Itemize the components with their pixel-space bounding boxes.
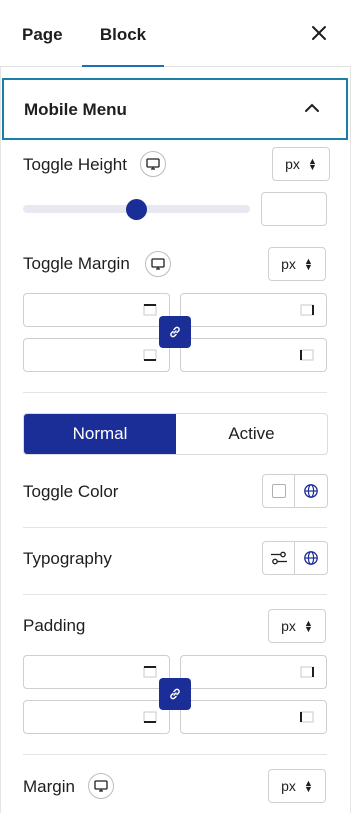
padding-label: Padding xyxy=(23,616,86,635)
color-swatch xyxy=(271,484,286,498)
sort-arrows-icon: ▲ ▼ xyxy=(307,156,317,172)
padding-unit-select[interactable]: px ▲ ▼ xyxy=(268,609,326,643)
global-typography-button[interactable] xyxy=(295,542,327,574)
padding-right-input[interactable] xyxy=(180,655,327,689)
inspector-tabs: Page Block xyxy=(0,0,351,67)
chevron-up-icon xyxy=(305,103,319,112)
link-sides-button[interactable] xyxy=(159,678,191,710)
toggle-margin-bottom-input[interactable] xyxy=(23,338,170,372)
typography-settings-button[interactable] xyxy=(263,542,296,574)
desktop-device-icon[interactable] xyxy=(88,773,114,799)
left-side-icon xyxy=(300,711,314,723)
unit-value: px xyxy=(281,618,296,634)
state-active-button[interactable]: Active xyxy=(176,414,327,454)
color-swatch-button[interactable] xyxy=(263,475,296,507)
toggle-height-slider-thumb[interactable] xyxy=(126,199,147,220)
margin-label: Margin xyxy=(23,777,75,796)
mobile-menu-section-header[interactable]: Mobile Menu xyxy=(2,78,348,140)
right-side-icon xyxy=(300,304,314,316)
padding-top-input[interactable] xyxy=(23,655,170,689)
sort-arrows-icon: ▲ ▼ xyxy=(303,778,313,794)
toggle-margin-left-input[interactable] xyxy=(180,338,327,372)
globe-icon xyxy=(304,551,318,565)
divider xyxy=(23,527,327,528)
globe-icon xyxy=(304,484,318,498)
close-icon[interactable] xyxy=(309,23,329,43)
toggle-height-input[interactable] xyxy=(261,192,327,226)
link-icon xyxy=(170,326,180,338)
tab-page[interactable]: Page xyxy=(22,0,63,66)
unit-value: px xyxy=(285,156,300,172)
padding-left-input[interactable] xyxy=(180,700,327,734)
margin-unit-select[interactable]: px ▲ ▼ xyxy=(268,769,326,803)
typography-label: Typography xyxy=(23,549,112,568)
left-side-icon xyxy=(300,349,314,361)
typography-controls xyxy=(262,541,328,575)
toggle-height-label: Toggle Height xyxy=(23,155,127,174)
divider xyxy=(23,594,327,595)
sliders-icon xyxy=(270,551,287,565)
toggle-margin-top-input[interactable] xyxy=(23,293,170,327)
toggle-margin-unit-select[interactable]: px ▲ ▼ xyxy=(268,247,326,281)
toggle-color-label: Toggle Color xyxy=(23,482,119,501)
bottom-side-icon xyxy=(143,349,157,361)
toggle-height-unit-select[interactable]: px ▲ ▼ xyxy=(272,147,330,181)
desktop-device-icon[interactable] xyxy=(145,251,171,277)
right-side-icon xyxy=(300,666,314,678)
sort-arrows-icon: ▲ ▼ xyxy=(303,256,313,272)
top-side-icon xyxy=(143,666,157,678)
state-normal-button[interactable]: Normal xyxy=(24,414,176,454)
bottom-side-icon xyxy=(143,711,157,723)
unit-value: px xyxy=(281,256,296,272)
desktop-device-icon[interactable] xyxy=(140,151,166,177)
state-toggle: Normal Active xyxy=(23,413,328,455)
top-side-icon xyxy=(143,304,157,316)
toggle-margin-right-input[interactable] xyxy=(180,293,327,327)
toggle-color-controls xyxy=(262,474,328,508)
link-icon xyxy=(170,688,180,700)
toggle-margin-label: Toggle Margin xyxy=(23,254,130,273)
global-color-button[interactable] xyxy=(295,475,327,507)
divider xyxy=(23,392,327,393)
divider xyxy=(23,754,327,755)
tab-block[interactable]: Block xyxy=(82,0,164,67)
section-title: Mobile Menu xyxy=(24,100,127,119)
unit-value: px xyxy=(281,778,296,794)
link-sides-button[interactable] xyxy=(159,316,191,348)
padding-bottom-input[interactable] xyxy=(23,700,170,734)
sort-arrows-icon: ▲ ▼ xyxy=(303,618,313,634)
